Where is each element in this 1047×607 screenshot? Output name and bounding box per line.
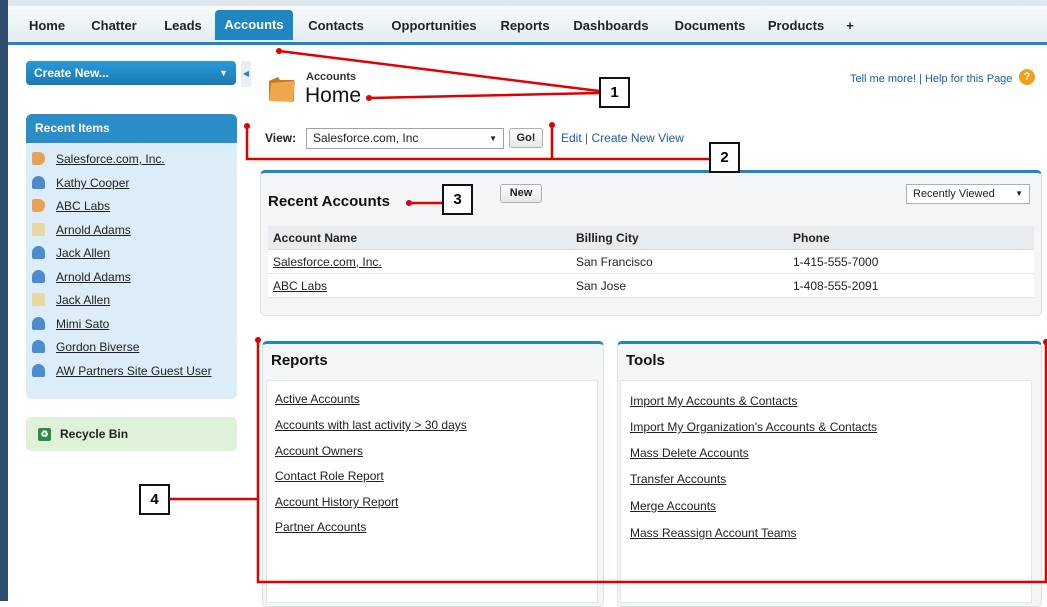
recent-accounts-table: Account Name Billing City Phone Salesfor… [268,226,1034,298]
contact-icon [32,317,45,330]
tools-title: Tools [626,352,665,369]
tab-add-icon[interactable]: + [840,12,860,40]
window-left-border [0,0,8,601]
account-link[interactable]: ABC Labs [273,279,327,293]
recent-items-title: Recent Items [26,114,237,143]
report-link[interactable]: Active Accounts [275,392,360,406]
view-links: Edit | Create New View [561,131,684,145]
create-new-view-link[interactable]: Create New View [591,131,683,145]
object-label: Accounts [306,71,357,83]
tab-chatter[interactable]: Chatter [82,12,146,40]
tab-documents[interactable]: Documents [664,12,756,40]
recent-item-link[interactable]: Kathy Cooper [56,173,129,193]
edit-view-link[interactable]: Edit [561,131,582,145]
report-link[interactable]: Partner Accounts [275,520,366,534]
recent-items-panel: Recent Items Salesforce.com, Inc. Kathy … [26,114,237,399]
table-header-row: Account Name Billing City Phone [268,226,1034,250]
tab-bar: Home Chatter Leads Accounts Contacts Opp… [8,6,1047,45]
contact-icon [32,270,45,283]
recent-item-link[interactable]: Arnold Adams [56,267,131,287]
table-row: ABC Labs San Jose 1-408-555-2091 [268,273,1034,298]
chevron-down-icon: ▼ [219,68,228,78]
contact-icon [32,176,45,189]
report-link[interactable]: Account Owners [275,444,363,458]
tab-dashboards[interactable]: Dashboards [563,12,659,40]
lead-icon [32,223,45,236]
create-new-label: Create New... [34,66,109,80]
tab-opportunities[interactable]: Opportunities [380,12,488,40]
column-header-account-name[interactable]: Account Name [268,226,571,250]
chevron-down-icon: ▼ [1015,189,1023,198]
recent-item-link[interactable]: Gordon Biverse [56,337,139,357]
tool-link[interactable]: Import My Accounts & Contacts [630,394,797,408]
view-selected-value: Salesforce.com, Inc [313,131,419,145]
recent-item-link[interactable]: Salesforce.com, Inc. [56,149,165,169]
view-select[interactable]: Salesforce.com, Inc ▼ [306,128,504,149]
lead-icon [32,293,45,306]
tools-list [620,380,1032,603]
callout-3: 3 [442,184,473,215]
help-link[interactable]: Tell me more! | Help for this Page [850,73,1012,85]
recently-viewed-value: Recently Viewed [913,188,995,200]
account-name-cell: ABC Labs [268,273,571,298]
recent-item-link[interactable]: Jack Allen [56,243,110,263]
callout-1: 1 [599,77,630,108]
recent-accounts-title: Recent Accounts [268,193,390,210]
callout-2: 2 [709,142,740,173]
phone-cell: 1-415-555-7000 [788,249,1034,274]
recent-item-link[interactable]: Jack Allen [56,290,110,310]
reports-title: Reports [271,352,328,369]
link-separator: | [581,131,592,145]
account-icon [32,152,45,165]
callout-4: 4 [139,484,170,515]
recent-item-link[interactable]: Mimi Sato [56,314,109,334]
recent-item-link[interactable]: AW Partners Site Guest User [56,361,212,381]
accounts-folder-icon [269,77,295,102]
tool-link[interactable]: Transfer Accounts [630,472,726,486]
recent-item-link[interactable]: Arnold Adams [56,220,131,240]
column-header-phone[interactable]: Phone [788,226,1034,250]
report-link[interactable]: Accounts with last activity > 30 days [275,418,467,432]
contact-icon [32,340,45,353]
sidebar-collapse-icon[interactable]: ◀ [241,61,251,87]
tool-link[interactable]: Mass Reassign Account Teams [630,526,797,540]
billing-city-cell: San Jose [571,273,788,298]
help-icon[interactable]: ? [1019,69,1035,85]
tool-link[interactable]: Import My Organization's Accounts & Cont… [630,420,877,434]
page-title: Home [305,84,362,107]
chevron-down-icon: ▼ [489,134,497,143]
reports-list [266,380,598,603]
tab-contacts[interactable]: Contacts [299,12,373,40]
new-account-button[interactable]: New [500,184,542,203]
report-link[interactable]: Contact Role Report [275,469,384,483]
recycle-bin[interactable]: ♻ Recycle Bin [26,417,237,451]
recent-item-link[interactable]: ABC Labs [56,196,110,216]
tool-link[interactable]: Mass Delete Accounts [630,446,749,460]
account-link[interactable]: Salesforce.com, Inc. [273,255,382,269]
view-label: View: [265,131,297,145]
go-button[interactable]: Go! [509,128,543,148]
tab-leads[interactable]: Leads [154,12,212,40]
column-header-billing-city[interactable]: Billing City [571,226,788,250]
recycle-bin-icon: ♻ [38,428,51,441]
account-icon [32,199,45,212]
tab-home[interactable]: Home [20,12,74,40]
tab-accounts[interactable]: Accounts [215,10,293,40]
recycle-bin-label: Recycle Bin [60,427,129,441]
contact-icon [32,364,45,377]
tool-link[interactable]: Merge Accounts [630,499,716,513]
account-name-cell: Salesforce.com, Inc. [268,249,571,274]
recently-viewed-select[interactable]: Recently Viewed ▼ [906,184,1030,204]
table-row: Salesforce.com, Inc. San Francisco 1-415… [268,249,1034,274]
contact-icon [32,246,45,259]
tab-reports[interactable]: Reports [492,12,558,40]
phone-cell: 1-408-555-2091 [788,273,1034,298]
create-new-dropdown[interactable]: Create New... ▼ [26,61,236,85]
report-link[interactable]: Account History Report [275,495,398,509]
billing-city-cell: San Francisco [571,249,788,274]
tab-products[interactable]: Products [760,12,832,40]
